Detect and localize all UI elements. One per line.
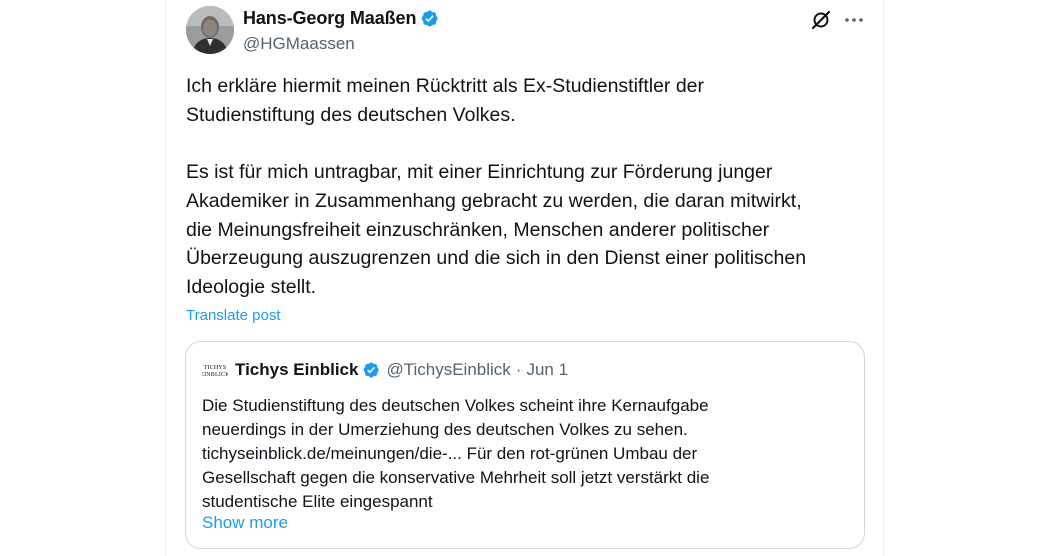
quoted-handle[interactable]: @TichysEinblick [386,360,510,380]
quoted-date[interactable]: Jun 1 [526,360,568,380]
author-display-name[interactable]: Hans-Georg Maaßen [243,8,416,29]
show-more-link[interactable]: Show more [202,513,288,533]
quoted-verified-badge-icon [362,361,380,379]
quoted-display-name[interactable]: Tichys Einblick [235,360,358,380]
verified-badge-icon [420,9,439,28]
avatar[interactable] [186,6,234,54]
avatar-photo [186,6,234,54]
grok-icon[interactable] [809,8,833,32]
more-options-icon[interactable] [842,8,866,32]
quoted-header: Tichys Einblick @TichysEinblick · Jun 1 [235,360,568,380]
svg-text:TICHYS: TICHYS [204,365,227,371]
quoted-separator: · [515,360,522,379]
svg-text:EINBLICK: EINBLICK [202,372,228,378]
author-name-row: Hans-Georg Maaßen [243,8,439,29]
tweet-text: Ich erkläre hiermit meinen Rücktritt als… [186,75,807,298]
author-handle[interactable]: @HGMaassen [243,34,355,54]
translate-post-link[interactable]: Translate post [186,307,281,324]
quoted-avatar-logo: TICHYS EINBLICK [200,363,230,379]
quoted-tweet-card[interactable]: TICHYS EINBLICK Tichys Einblick @TichysE… [185,341,865,549]
quoted-text: Die Studienstiftung des deutschen Volkes… [202,396,710,511]
